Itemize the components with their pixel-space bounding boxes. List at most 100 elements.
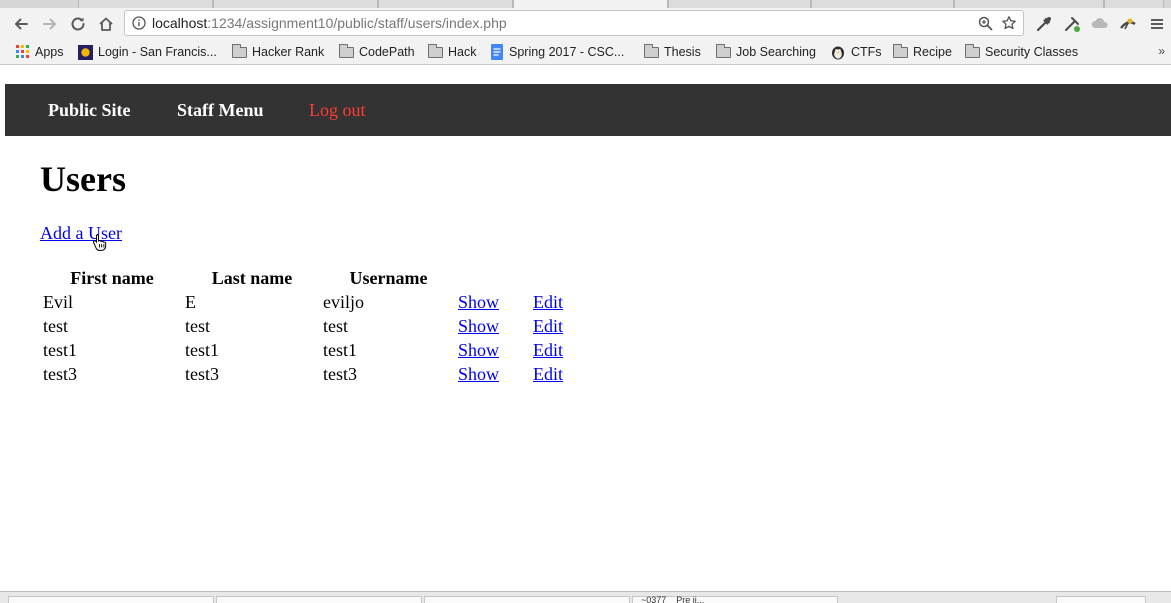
table-row: Evil E eviljo Show Edit	[42, 291, 574, 313]
bookmark-label: Spring 2017 - CSC...	[509, 45, 625, 59]
download-filename: ~0377 _ Pre ji...	[641, 595, 705, 603]
bookmarks-bar: Apps Login - San Francis... Hacker Rank …	[0, 40, 1171, 65]
show-user-link[interactable]: Show	[458, 316, 499, 336]
cell-first-name: test	[43, 315, 68, 336]
download-item[interactable]: ~0377 _ Pre ji...	[632, 595, 838, 603]
bookmark-recipe[interactable]: Recipe	[893, 43, 952, 61]
bookmark-spring-2017[interactable]: Spring 2017 - CSC...	[490, 43, 624, 61]
cell-show: Show	[457, 363, 530, 385]
forward-button[interactable]	[38, 12, 62, 36]
browser-tab[interactable]	[378, 0, 513, 8]
bookmark-security-classes[interactable]: Security Classes	[965, 43, 1078, 61]
extension-icon[interactable]	[1119, 15, 1137, 33]
zoom-icon[interactable]	[978, 16, 993, 31]
browser-tab[interactable]	[78, 0, 213, 8]
table-row: test1 test1 test1 Show Edit	[42, 339, 574, 361]
browser-tab[interactable]	[213, 0, 378, 8]
cell-username: eviljo	[323, 291, 364, 312]
nav-public-site[interactable]: Public Site	[48, 100, 131, 121]
nav-log-out[interactable]: Log out	[309, 100, 366, 121]
bookmark-hacker-rank[interactable]: Hacker Rank	[232, 43, 324, 61]
bookmark-label: Hacker Rank	[252, 45, 325, 59]
show-user-link[interactable]: Show	[458, 340, 499, 360]
bookmark-login[interactable]: Login - San Francis...	[78, 43, 217, 61]
cell-last-name: test	[185, 315, 210, 336]
info-icon[interactable]	[132, 16, 146, 30]
browser-window: localhost:1234/assignment10/public/staff…	[0, 0, 1171, 603]
home-button[interactable]	[94, 12, 118, 36]
eyedropper-extension-icon[interactable]	[1035, 15, 1053, 33]
table-row: test3 test3 test3 Show Edit	[42, 363, 574, 385]
site-header: Public Site Staff Menu Log out	[5, 84, 1171, 136]
cell-show: Show	[457, 315, 530, 337]
cell-edit: Edit	[532, 363, 574, 385]
cell-first-name: Evil	[43, 291, 73, 312]
column-header-username: Username	[349, 267, 428, 288]
add-user-link[interactable]: Add a User	[40, 223, 122, 244]
bookmark-label: CodePath	[359, 45, 415, 59]
users-table: First name Last name Username Evil E evi…	[40, 265, 576, 387]
show-all-downloads-button[interactable]	[1056, 596, 1146, 603]
tools-extension-icon[interactable]	[1063, 15, 1081, 33]
url-text: localhost:1234/assignment10/public/staff…	[152, 15, 507, 31]
page-title: Users	[40, 159, 126, 199]
download-item[interactable]	[216, 596, 422, 603]
download-bar: ~0377 _ Pre ji...	[0, 591, 1171, 603]
bookmark-thesis[interactable]: Thesis	[644, 43, 701, 61]
cell-edit: Edit	[532, 291, 574, 313]
bookmark-job-searching[interactable]: Job Searching	[716, 43, 816, 61]
edit-user-link[interactable]: Edit	[533, 340, 563, 360]
site-favicon-icon	[78, 44, 93, 60]
cell-last-name: test1	[185, 339, 219, 360]
cell-show: Show	[457, 339, 530, 361]
browser-tab[interactable]	[1104, 0, 1164, 8]
column-header-show	[457, 267, 530, 289]
bookmark-ctfs[interactable]: CTFs	[830, 43, 882, 61]
download-item[interactable]	[8, 596, 214, 603]
folder-icon	[232, 43, 247, 58]
folder-icon	[339, 43, 354, 58]
bookmarks-overflow-button[interactable]: »	[1158, 44, 1165, 58]
cell-username: test3	[323, 363, 357, 384]
cell-first-name: test1	[43, 339, 77, 360]
cell-username: test	[323, 315, 348, 336]
folder-icon	[965, 43, 980, 58]
back-arrow-icon	[15, 18, 28, 30]
apps-grid-icon	[16, 45, 30, 59]
url-path: :1234/assignment10/public/staff/users/in…	[207, 15, 507, 31]
back-button[interactable]	[9, 12, 33, 36]
bookmark-label: CTFs	[851, 45, 882, 59]
download-item[interactable]	[424, 596, 630, 603]
browser-tab[interactable]	[668, 0, 811, 8]
browser-tab[interactable]	[954, 0, 1104, 8]
bookmark-apps[interactable]: Apps	[16, 43, 64, 61]
browser-tab[interactable]	[811, 0, 954, 8]
bookmark-label: Security Classes	[985, 45, 1079, 59]
cell-edit: Edit	[532, 315, 574, 337]
browser-tab-active[interactable]	[513, 0, 668, 8]
cell-username: test1	[323, 339, 357, 360]
table-header-row: First name Last name Username	[42, 267, 574, 289]
edit-user-link[interactable]: Edit	[533, 316, 563, 336]
edit-user-link[interactable]: Edit	[533, 364, 563, 384]
bookmark-label: Recipe	[913, 45, 952, 59]
show-user-link[interactable]: Show	[458, 364, 499, 384]
cell-show: Show	[457, 291, 530, 313]
bookmark-hack[interactable]: Hack	[428, 43, 476, 61]
forward-arrow-icon	[43, 18, 56, 30]
drive-extension-icon[interactable]	[1091, 15, 1109, 33]
folder-icon	[428, 43, 443, 58]
show-user-link[interactable]: Show	[458, 292, 499, 312]
column-header-edit	[532, 267, 574, 289]
reload-button[interactable]	[66, 12, 90, 36]
cell-last-name: test3	[185, 363, 219, 384]
bookmark-star-icon[interactable]	[1001, 15, 1017, 31]
chrome-menu-icon[interactable]	[1148, 15, 1166, 33]
page-content: Public Site Staff Menu Log out Users Add…	[0, 65, 1171, 591]
nav-staff-menu[interactable]: Staff Menu	[177, 100, 264, 121]
cell-edit: Edit	[532, 339, 574, 361]
docs-icon	[490, 44, 504, 60]
bookmark-codepath[interactable]: CodePath	[339, 43, 415, 61]
address-bar[interactable]: localhost:1234/assignment10/public/staff…	[124, 10, 1024, 36]
edit-user-link[interactable]: Edit	[533, 292, 563, 312]
